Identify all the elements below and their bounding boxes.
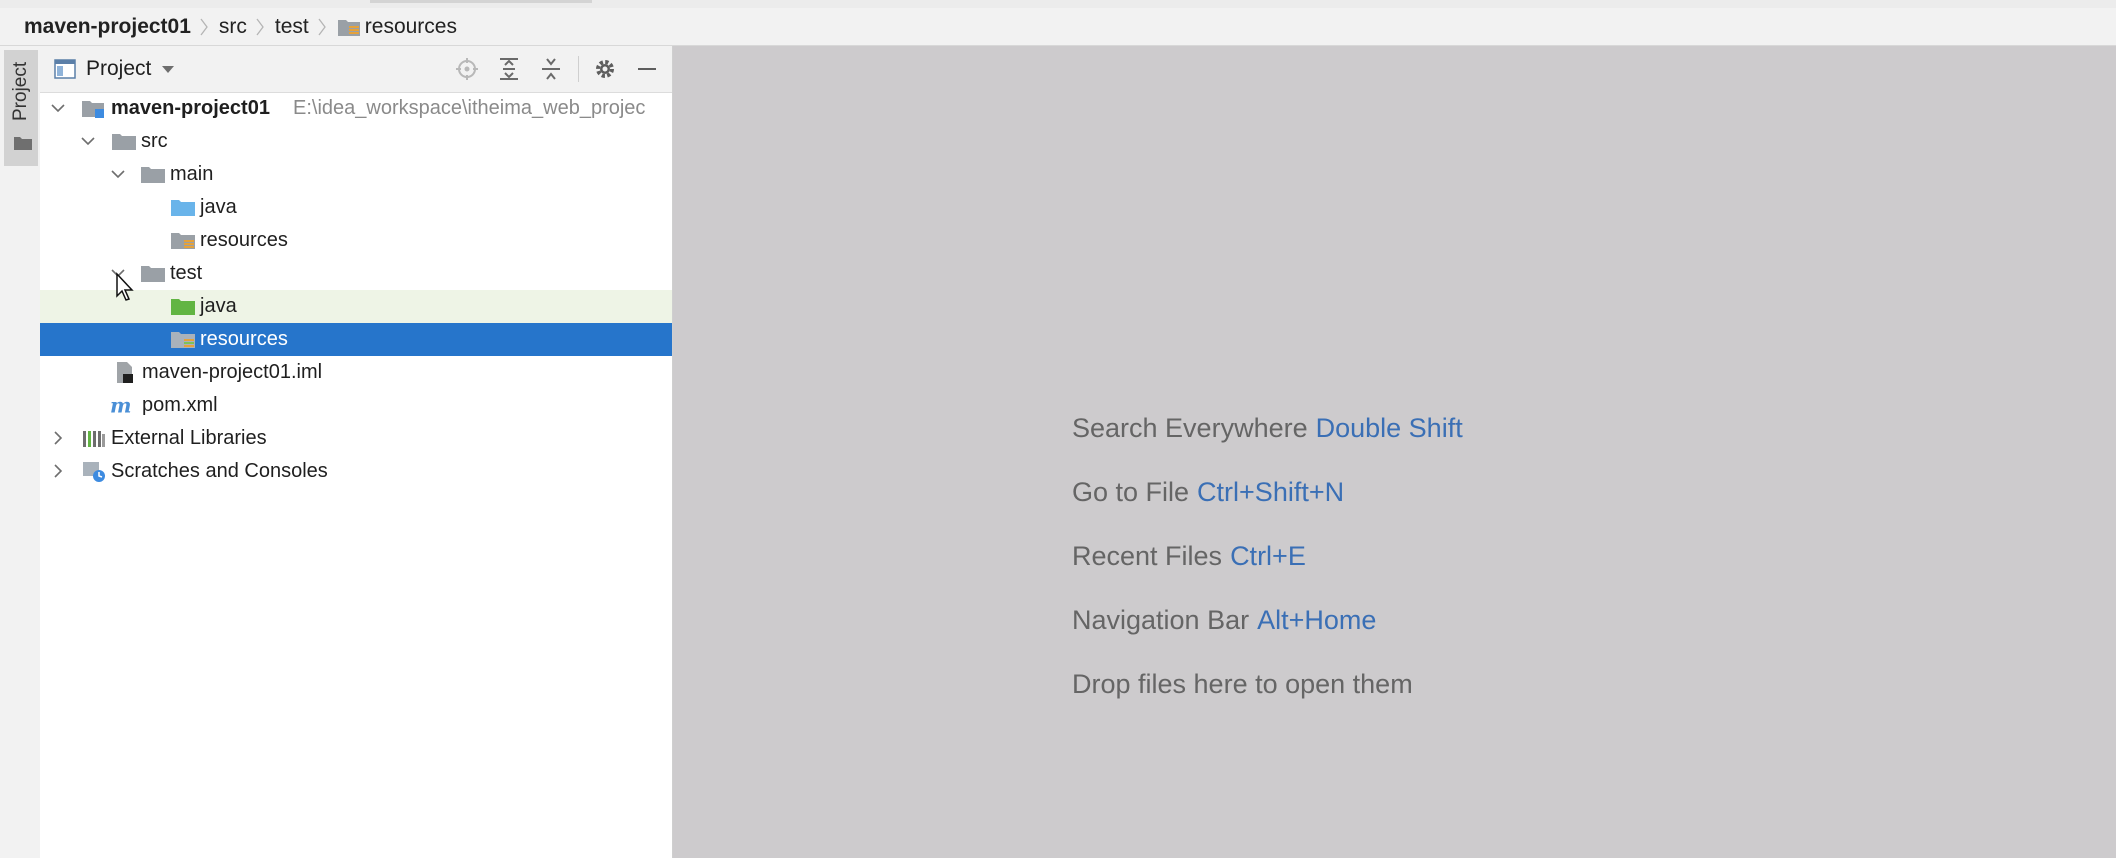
- chevron-down-icon[interactable]: [80, 133, 96, 149]
- editor-hints: Search Everywhere Double Shift Go to Fil…: [1072, 396, 1463, 716]
- tree-item-path: E:\idea_workspace\itheima_web_projec: [293, 97, 646, 119]
- tree-item-src[interactable]: src: [40, 125, 672, 158]
- tree-item-label: src: [141, 130, 168, 152]
- project-window-icon: [54, 59, 76, 79]
- svg-text:m: m: [110, 395, 131, 416]
- hint-shortcut: Alt+Home: [1257, 604, 1377, 635]
- expand-all-icon[interactable]: [496, 56, 522, 82]
- tree-item-label: maven-project01.iml: [142, 361, 323, 383]
- tree-item-label: test: [170, 262, 203, 284]
- project-tool-button[interactable]: Project: [4, 50, 38, 166]
- project-tool-window: Project maven-project01 E:\idea_workspac…: [40, 46, 673, 858]
- folder-icon: [141, 266, 165, 282]
- folder-icon: [112, 134, 136, 150]
- folder-icon: [141, 167, 165, 183]
- tree-item-label: Scratches and Consoles: [111, 460, 328, 482]
- mouse-cursor-icon: [116, 272, 134, 301]
- chevron-right-icon: [197, 8, 211, 46]
- hint-go-to-file: Go to File Ctrl+Shift+N: [1072, 460, 1463, 524]
- locate-icon[interactable]: [454, 56, 480, 82]
- breadcrumb-label: resources: [364, 14, 457, 38]
- project-tool-label: Project: [10, 62, 31, 122]
- breadcrumb-label: src: [218, 14, 247, 38]
- project-panel-header: Project: [40, 46, 672, 93]
- tree-item-test-resources[interactable]: resources: [40, 323, 672, 356]
- hint-shortcut: Double Shift: [1315, 412, 1463, 443]
- tree-item-label: java: [200, 196, 237, 218]
- chevron-right-icon: [315, 8, 329, 46]
- hint-text: Drop files here to open them: [1072, 668, 1413, 699]
- chevron-right-icon[interactable]: [50, 430, 66, 446]
- tree-item-label: resources: [200, 328, 288, 350]
- module-folder-icon: [82, 101, 104, 118]
- chevron-right-icon: [253, 8, 267, 46]
- resources-folder-icon: [171, 233, 195, 249]
- breadcrumb-item-test[interactable]: test: [275, 8, 309, 45]
- tree-item-label: java: [200, 295, 237, 317]
- folder-icon: [14, 137, 32, 150]
- test-resources-folder-icon: [171, 332, 195, 348]
- maven-icon: m: [110, 395, 131, 416]
- breadcrumb-label: test: [274, 14, 309, 38]
- left-tool-strip: Project: [0, 46, 41, 858]
- hint-search-everywhere: Search Everywhere Double Shift: [1072, 396, 1463, 460]
- chevron-down-icon[interactable]: [50, 100, 66, 116]
- collapse-all-icon[interactable]: [538, 56, 564, 82]
- hint-navigation-bar: Navigation Bar Alt+Home: [1072, 588, 1463, 652]
- hint-text: Search Everywhere: [1072, 412, 1308, 443]
- tree-item-main-java[interactable]: java: [40, 191, 672, 224]
- breadcrumb-item-resources[interactable]: resources: [337, 8, 457, 45]
- hint-text: Recent Files: [1072, 540, 1223, 571]
- resources-folder-icon: [337, 19, 360, 36]
- tree-item-label: main: [170, 163, 214, 185]
- tree-item-label: pom.xml: [142, 394, 218, 416]
- tree-item-main[interactable]: main: [40, 158, 672, 191]
- tree-item-external-libraries[interactable]: External Libraries: [40, 422, 672, 455]
- gear-icon[interactable]: [592, 56, 618, 82]
- tree-item-scratches[interactable]: Scratches and Consoles: [40, 455, 672, 488]
- chevron-down-icon[interactable]: [110, 166, 126, 182]
- tree-item-iml-file[interactable]: maven-project01.iml: [40, 356, 672, 389]
- scratches-icon: [83, 462, 105, 482]
- hint-text: Go to File: [1072, 476, 1190, 507]
- ide-window: maven-project01 src test resources Proje…: [0, 0, 2116, 858]
- hint-text: Navigation Bar: [1072, 604, 1250, 635]
- tree-item-label: resources: [200, 229, 288, 251]
- breadcrumb-item-project[interactable]: maven-project01: [24, 8, 191, 45]
- minimize-icon[interactable]: [634, 56, 660, 82]
- tree-item-pom-xml[interactable]: m pom.xml: [40, 389, 672, 422]
- project-panel-title: Project: [86, 57, 152, 80]
- tree-item-label: External Libraries: [111, 427, 267, 449]
- libraries-icon: [83, 431, 105, 447]
- chevron-down-icon: [162, 66, 175, 73]
- source-folder-icon: [171, 200, 195, 216]
- chevron-right-icon[interactable]: [50, 463, 66, 479]
- tree-item-maven-project01[interactable]: maven-project01 E:\idea_workspace\itheim…: [40, 92, 672, 125]
- hint-shortcut: Ctrl+E: [1230, 540, 1306, 571]
- breadcrumb-item-src[interactable]: src: [219, 8, 247, 45]
- header-divider: [578, 56, 579, 82]
- tree-item-label: maven-project01: [111, 97, 270, 119]
- project-view-selector[interactable]: Project: [54, 46, 175, 92]
- tree-item-main-resources[interactable]: resources: [40, 224, 672, 257]
- iml-file-icon: [117, 362, 133, 383]
- tab-indicator: [370, 0, 592, 3]
- hint-shortcut: Ctrl+Shift+N: [1197, 476, 1345, 507]
- breadcrumb-label: maven-project01: [24, 14, 191, 38]
- test-source-folder-icon: [171, 299, 195, 315]
- hint-recent-files: Recent Files Ctrl+E: [1072, 524, 1463, 588]
- hint-drop-files: Drop files here to open them: [1072, 652, 1463, 716]
- breadcrumb: maven-project01 src test resources: [0, 8, 2116, 46]
